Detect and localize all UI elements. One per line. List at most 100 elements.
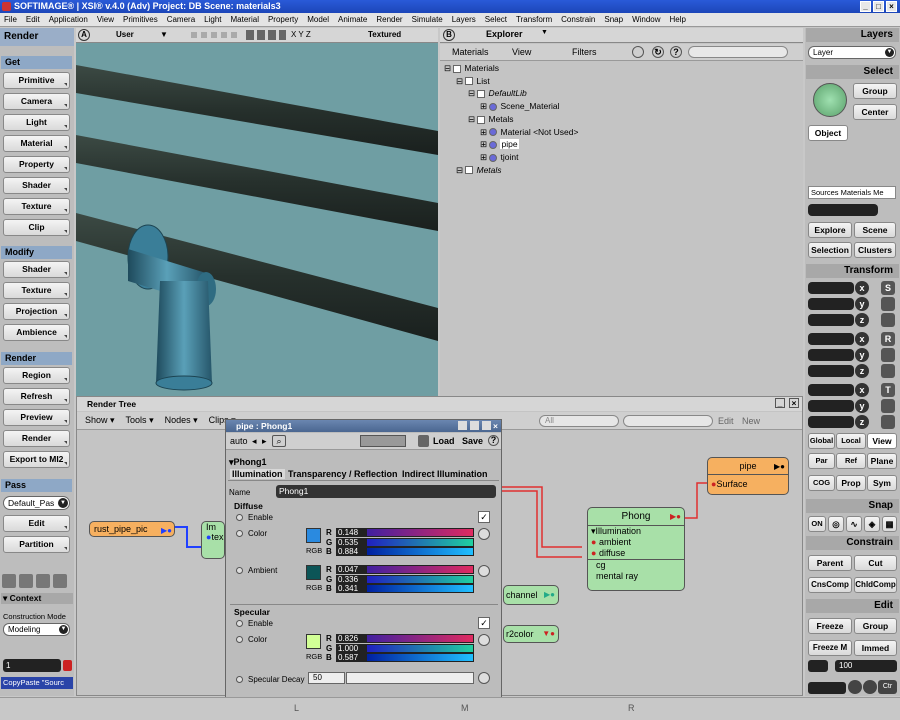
specular-color-g-slider[interactable] — [366, 643, 474, 653]
construction-mode-select[interactable]: Modeling ▼ — [3, 623, 70, 636]
rotate-z-axis-button[interactable]: z — [855, 364, 869, 378]
texture-button[interactable]: Texture — [3, 282, 70, 299]
undo-icon[interactable] — [848, 680, 862, 694]
translate-z-axis-button[interactable]: z — [855, 415, 869, 429]
select-tool-icon[interactable] — [2, 574, 16, 588]
redo-icon[interactable] — [863, 680, 877, 694]
render-button[interactable]: Render — [3, 430, 70, 447]
render-tree-edit[interactable]: Edit — [718, 416, 734, 426]
sources-field[interactable]: Sources Materials Me — [808, 186, 896, 199]
tab-transparency-reflection[interactable]: Transparency / Reflection — [288, 469, 398, 479]
snap-grid-icon[interactable]: ▦ — [882, 516, 897, 532]
menu-select[interactable]: Select — [485, 13, 507, 26]
select-group-button[interactable]: Group — [853, 83, 897, 99]
maximize-button[interactable]: □ — [873, 1, 884, 12]
translate-x-field[interactable] — [808, 384, 854, 396]
channel-node[interactable]: channel ▶● — [503, 585, 559, 605]
rotate-option-icon[interactable] — [881, 348, 895, 362]
auto-mode[interactable]: auto — [230, 436, 248, 446]
cog-button[interactable]: COG — [808, 475, 835, 491]
rotate-mode-icon[interactable]: R — [881, 332, 895, 346]
select-object-button[interactable]: Object — [808, 125, 848, 141]
lock-icon[interactable] — [632, 46, 644, 58]
animation-key-icon[interactable] — [236, 676, 243, 683]
menu-animate[interactable]: Animate — [338, 13, 367, 26]
pin-icon[interactable] — [470, 421, 479, 430]
animation-key-icon[interactable] — [236, 530, 243, 537]
par-button[interactable]: Par — [808, 453, 835, 469]
camera-gizmo-icons[interactable] — [191, 32, 239, 38]
rotate-option-icon[interactable] — [881, 364, 895, 378]
view-menu[interactable]: View — [512, 47, 531, 57]
phong-node[interactable]: Phong ▶● ▾Illumination ● ambient ● diffu… — [587, 507, 685, 591]
render-tree-menu-tools[interactable]: Tools — [126, 415, 147, 425]
snap-surface-icon[interactable]: ◈ — [864, 516, 880, 532]
selection-button[interactable]: Selection — [808, 242, 852, 258]
view-button[interactable]: View — [867, 433, 897, 449]
scale-z-field[interactable] — [808, 314, 854, 326]
scale-z-axis-button[interactable]: z — [855, 313, 869, 327]
menu-property[interactable]: Property — [268, 13, 298, 26]
chldcomp-button[interactable]: ChldComp — [854, 577, 897, 593]
panel-title[interactable]: Render — [0, 28, 74, 46]
expand-icon[interactable]: ⊞ — [480, 101, 489, 111]
diffuse-color-r-value[interactable]: 0.148 — [336, 528, 366, 537]
translate-option-icon[interactable] — [881, 399, 895, 413]
refresh-button[interactable]: Refresh — [3, 388, 70, 405]
frame-field[interactable]: 1 — [3, 659, 61, 672]
diffuse-ambient-b-value[interactable]: 0.341 — [336, 584, 366, 593]
viewport-a[interactable]: A User ▼ X Y Z Textured — [76, 28, 438, 396]
lock-icon[interactable] — [418, 435, 429, 447]
diffuse-ambient-g-value[interactable]: 0.336 — [336, 574, 366, 584]
snap-curve-icon[interactable]: ∿ — [846, 516, 862, 532]
render-tree-search[interactable] — [623, 415, 713, 427]
expand-icon[interactable]: ⊟ — [456, 165, 465, 175]
rotate-x-field[interactable] — [808, 333, 854, 345]
layer-select[interactable]: Layer ▼ — [808, 46, 896, 59]
ctr-button[interactable]: Ctr — [878, 680, 897, 694]
rotate-y-axis-button[interactable]: y — [855, 348, 869, 362]
projection-button[interactable]: Projection — [3, 303, 70, 320]
wrench-tool-icon[interactable] — [19, 574, 33, 588]
prop-button[interactable]: Prop — [836, 475, 866, 491]
specular-color-b-slider[interactable] — [366, 653, 474, 662]
menu-snap[interactable]: Snap — [604, 13, 623, 26]
tree-node[interactable]: ⊞ tjoint — [480, 152, 518, 163]
input-port-icon[interactable]: ● — [591, 548, 596, 558]
cnscomp-button[interactable]: CnsComp — [808, 577, 852, 593]
tree-node[interactable]: ⊟ List — [456, 76, 490, 87]
expand-icon[interactable]: ⊞ — [480, 152, 489, 162]
render-tree-menu-item[interactable]: Nodes ▾ — [165, 415, 198, 426]
help-icon[interactable]: ? — [488, 435, 499, 446]
menu-model[interactable]: Model — [307, 13, 329, 26]
menu-help[interactable]: Help — [670, 13, 686, 26]
output-port-icon[interactable]: ▼● — [542, 626, 555, 642]
camera-menu[interactable]: User ▼ — [116, 28, 182, 42]
output-port-icon[interactable]: ▶● — [161, 524, 172, 538]
clusters-button[interactable]: Clusters — [854, 242, 896, 258]
scope-menu[interactable]: Materials — [452, 47, 489, 57]
save-button[interactable]: Save — [462, 436, 483, 446]
close-icon[interactable]: × — [789, 398, 799, 408]
tree-node[interactable]: ⊞ Scene_Material — [480, 101, 560, 112]
translate-z-field[interactable] — [808, 416, 854, 428]
menu-camera[interactable]: Camera — [167, 13, 195, 26]
diffuse-ambient-r-slider[interactable] — [366, 565, 474, 574]
animation-key-icon[interactable] — [236, 514, 243, 521]
help-icon[interactable]: ? — [670, 46, 682, 58]
menu-view[interactable]: View — [97, 13, 114, 26]
record-icon[interactable] — [63, 660, 72, 671]
camera-button[interactable]: Camera — [3, 93, 70, 110]
menu-window[interactable]: Window — [632, 13, 660, 26]
sym-button[interactable]: Sym — [867, 475, 897, 491]
minimize-button[interactable]: _ — [860, 1, 871, 12]
scale-option-icon[interactable] — [881, 297, 895, 311]
search-icon[interactable]: ⌕ — [272, 435, 286, 447]
rust-pipe-pic-node[interactable]: rust_pipe_pic ▶● — [89, 521, 175, 537]
menu-edit[interactable]: Edit — [26, 13, 40, 26]
name-field[interactable]: Phong1 — [276, 485, 496, 498]
connect-icon[interactable] — [478, 565, 490, 577]
translate-option-icon[interactable] — [881, 415, 895, 429]
menu-file[interactable]: File — [4, 13, 17, 26]
select-dark-field[interactable] — [808, 204, 878, 216]
